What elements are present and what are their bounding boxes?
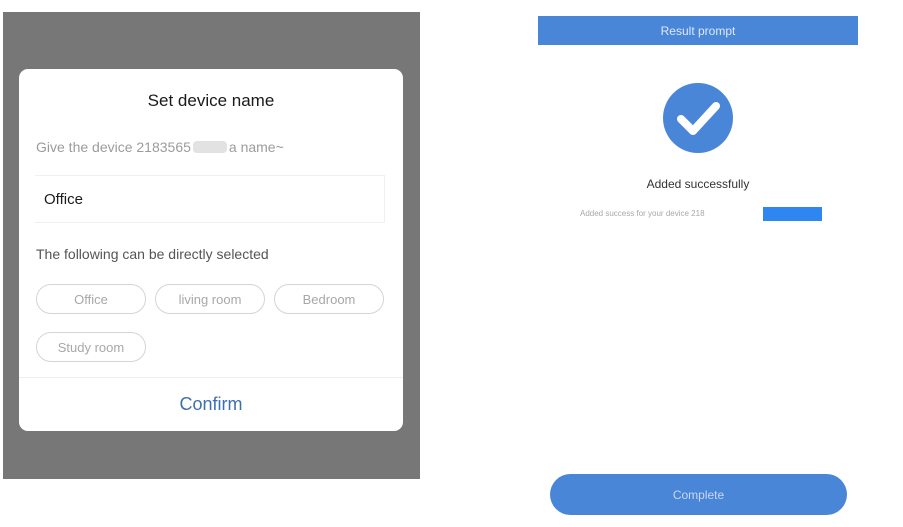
dialog-title: Set device name (147, 91, 275, 110)
quick-select-label: The following can be directly selected (36, 246, 269, 262)
success-title: Added successfully (646, 177, 750, 191)
chip-bedroom[interactable]: Bedroom (274, 284, 384, 314)
name-suggestions: Office living room Bedroom Study room (36, 284, 396, 362)
dialog-prompt: Give the device 2183565 a name~ (36, 139, 386, 155)
chip-living-room[interactable]: living room (155, 284, 265, 314)
redacted-device-id (763, 207, 822, 221)
success-detail: Added success for your device 218 (580, 209, 705, 218)
dialog-overlay: Set device name Give the device 2183565 a… (3, 12, 420, 479)
result-header: Result prompt (538, 16, 858, 45)
prompt-suffix: a name~ (228, 139, 284, 155)
confirm-button[interactable]: Confirm (19, 378, 403, 431)
redacted-digits (192, 141, 227, 153)
set-device-name-dialog: Set device name Give the device 2183565 a… (19, 69, 403, 431)
chip-office[interactable]: Office (36, 284, 146, 314)
device-name-input[interactable] (35, 175, 385, 223)
chip-study-room[interactable]: Study room (36, 332, 146, 362)
complete-button[interactable]: Complete (550, 474, 847, 515)
prompt-prefix: Give the device 2183565 (36, 139, 191, 155)
checkmark-circle-icon (663, 83, 733, 153)
